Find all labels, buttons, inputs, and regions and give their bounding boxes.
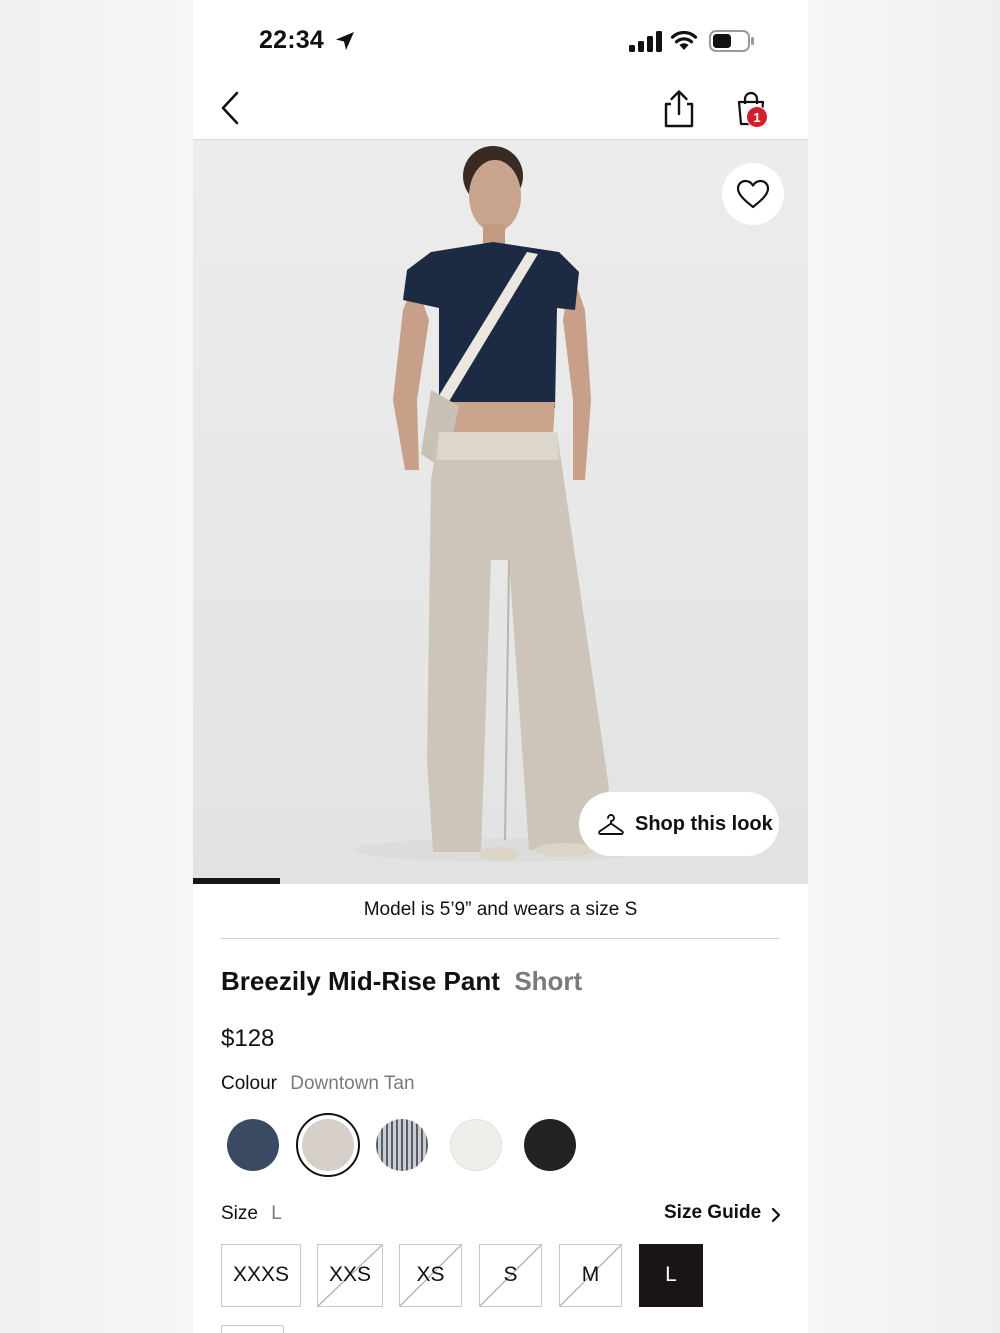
share-icon[interactable] — [662, 89, 696, 129]
size-guide-link[interactable]: Size Guide — [664, 1202, 761, 1224]
product-image-gallery[interactable]: Shop this look — [193, 140, 808, 884]
size-option-label: XXXS — [232, 1263, 290, 1286]
model-size-note: Model is 5’9” and wears a size S — [363, 899, 638, 920]
size-option-xxs[interactable]: XXS — [317, 1244, 383, 1307]
location-arrow-icon — [336, 32, 354, 50]
status-time: 22:34 — [259, 26, 324, 54]
colour-row: Colour Downtown Tan — [221, 1073, 415, 1095]
chevron-right-icon — [771, 1207, 781, 1223]
size-option-m[interactable]: M — [559, 1244, 622, 1307]
cart-count-badge: 1 — [746, 106, 768, 128]
size-option-label: XS — [416, 1263, 445, 1286]
size-option-label: XXS — [328, 1263, 372, 1286]
size-option-next-row[interactable] — [221, 1325, 284, 1333]
phone-screen: 22:34 1 Shop this look Model is 5’9” and… — [193, 0, 808, 1333]
colour-swatch-downtown-tan[interactable] — [302, 1119, 354, 1171]
signal-icon — [629, 31, 662, 52]
backdrop-left — [0, 0, 193, 1333]
back-chevron-icon[interactable] — [217, 90, 243, 126]
size-option-label: S — [503, 1263, 518, 1286]
size-label: Size — [221, 1203, 258, 1224]
shop-this-look-button[interactable]: Shop this look — [579, 792, 779, 856]
size-option-l[interactable]: L — [639, 1244, 703, 1307]
hanger-icon — [598, 814, 624, 835]
gallery-progress-bar — [193, 878, 808, 884]
product-fit-label: Short — [514, 966, 583, 996]
product-name: Breezily Mid-Rise Pant — [221, 966, 500, 996]
colour-value: Downtown Tan — [290, 1073, 415, 1094]
product-title: Breezily Mid-Rise Pant Short — [221, 966, 582, 997]
size-option-xxxs[interactable]: XXXS — [221, 1244, 301, 1307]
backdrop-right — [808, 0, 1000, 1333]
size-row: Size L — [221, 1203, 282, 1225]
gallery-progress-fill — [193, 878, 281, 884]
info-divider — [221, 938, 779, 939]
wishlist-button[interactable] — [722, 163, 784, 225]
colour-label: Colour — [221, 1073, 277, 1094]
size-value: L — [271, 1203, 282, 1224]
colour-swatch-white[interactable] — [450, 1119, 502, 1171]
colour-swatch-black[interactable] — [524, 1119, 576, 1171]
size-option-xs[interactable]: XS — [399, 1244, 462, 1307]
battery-icon — [709, 30, 754, 52]
shop-this-look-label: Shop this look — [635, 812, 773, 835]
heart-icon — [736, 179, 770, 209]
product-price: $128 — [221, 1025, 275, 1052]
product-photo — [353, 146, 653, 862]
size-option-label: M — [581, 1263, 600, 1286]
wifi-icon — [670, 30, 698, 50]
size-option-s[interactable]: S — [479, 1244, 542, 1307]
size-option-label: L — [665, 1263, 677, 1286]
colour-swatch-navy[interactable] — [227, 1119, 279, 1171]
colour-swatch-stripe[interactable] — [376, 1119, 428, 1171]
